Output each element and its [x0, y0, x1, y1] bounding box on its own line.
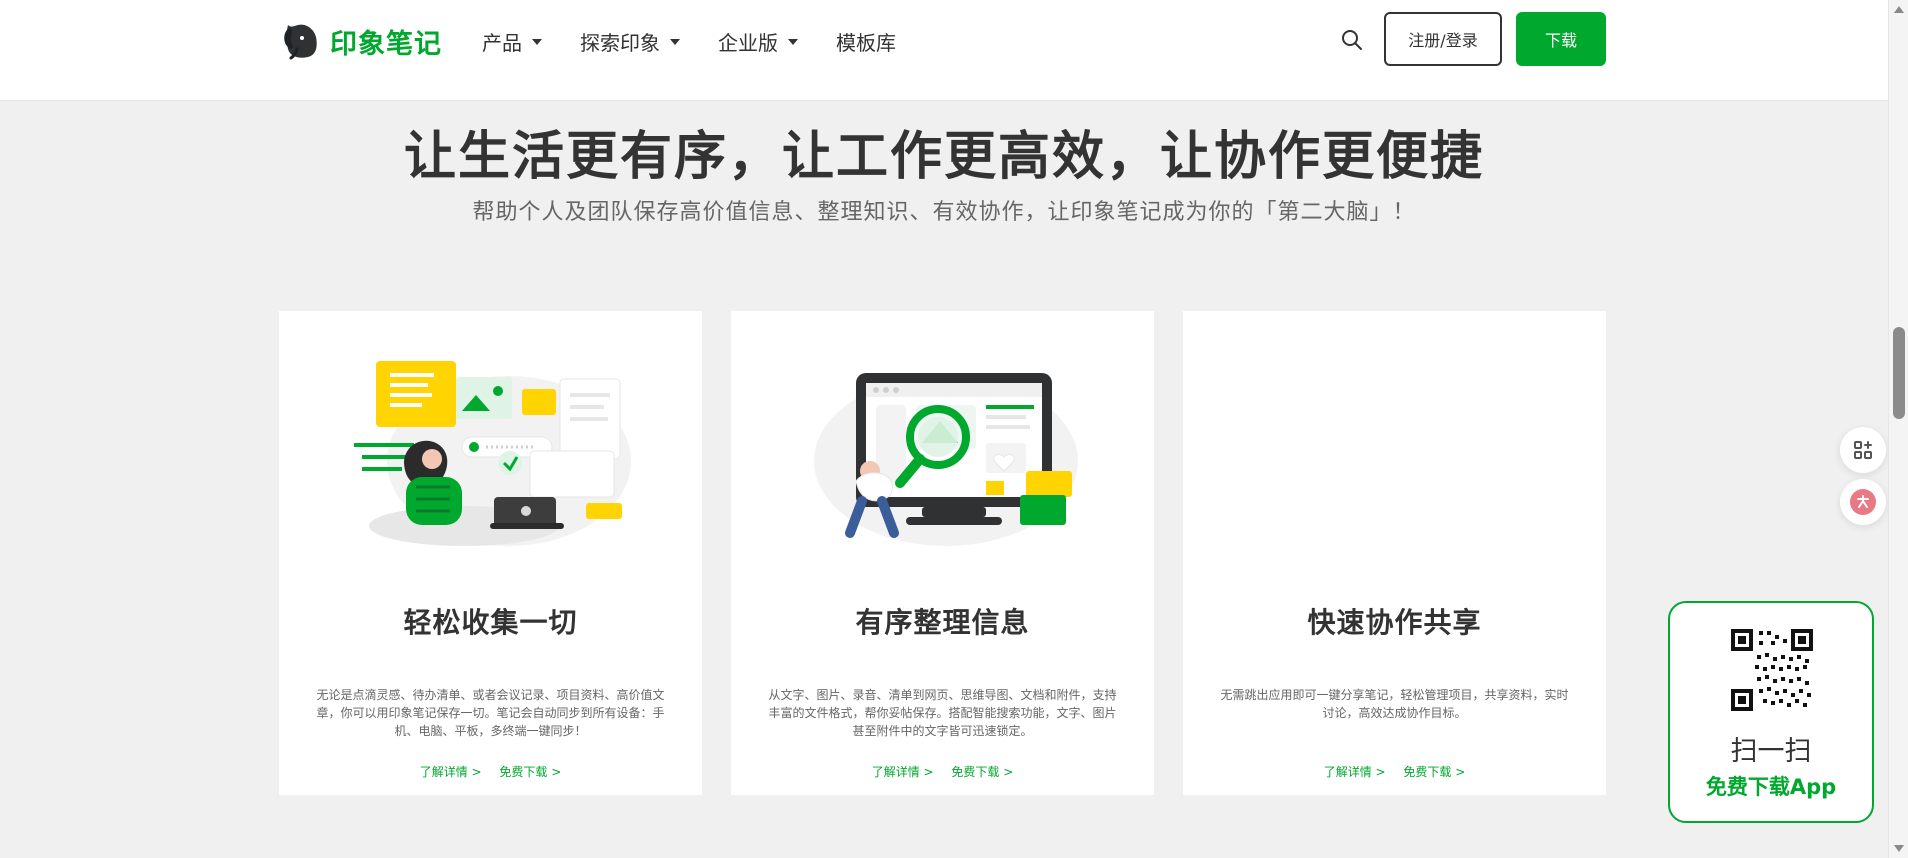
- feature-card-collect: 轻松收集一切 无论是点滴灵感、待办清单、或者会议记录、项目资料、高价值文章，你可…: [279, 311, 702, 795]
- nav-item-label: 企业版: [718, 30, 778, 55]
- learn-more-link[interactable]: 了解详情 >: [420, 765, 482, 779]
- collect-illustration: [354, 361, 631, 546]
- nav-item-label: 探索印象: [580, 30, 660, 55]
- card-description: 无需跳出应用即可一键分享笔记，轻松管理项目，共享资料，实时讨论，高效达成协作目标…: [1220, 688, 1569, 720]
- feature-card-collaborate: 快速协作共享 无需跳出应用即可一键分享笔记，轻松管理项目，共享资料，实时讨论，高…: [1183, 311, 1606, 795]
- caret-down-icon: [532, 39, 542, 45]
- translate-icon[interactable]: [1840, 479, 1886, 525]
- scroll-up-arrow-icon[interactable]: [1894, 6, 1904, 13]
- apps-grid-icon-svg: [1854, 441, 1872, 459]
- free-download-link[interactable]: 免费下载 >: [499, 765, 561, 779]
- download-app-qr-panel[interactable]: 扫一扫 免费下载App: [1668, 601, 1874, 823]
- card-description: 无论是点滴灵感、待办清单、或者会议记录、项目资料、高价值文章，你可以用印象笔记保…: [316, 688, 665, 738]
- card-title: 有序整理信息: [855, 606, 1030, 639]
- qr-download-app-text: 免费下载App: [1705, 775, 1837, 799]
- card-description: 从文字、图片、录音、清单到网页、思维导图、文档和附件，支持丰富的文件格式，帮你妥…: [768, 688, 1117, 738]
- free-download-link[interactable]: 免费下载 >: [951, 765, 1013, 779]
- card-title: 轻松收集一切: [403, 606, 578, 639]
- organize-illustration: [814, 373, 1078, 546]
- nav-item-enterprise[interactable]: 企业版: [718, 27, 798, 56]
- brand-name: 印象笔记: [330, 28, 442, 60]
- hero-title: 让生活更有序，让工作更高效，让协作更便捷: [403, 127, 1484, 187]
- nav-item-explore[interactable]: 探索印象: [580, 27, 680, 56]
- card-links: 了解详情 > 免费下载 >: [731, 763, 1154, 780]
- nav-item-templates[interactable]: 模板库: [836, 27, 896, 56]
- caret-down-icon: [670, 39, 680, 45]
- scroll-down-arrow-icon[interactable]: [1894, 845, 1904, 852]
- search-icon-svg: [1342, 30, 1362, 50]
- apps-grid-icon[interactable]: [1840, 427, 1886, 473]
- qr-scan-text: 扫一扫: [1730, 736, 1812, 767]
- nav-item-products[interactable]: 产品: [482, 27, 542, 56]
- top-nav-header: 印象笔记 产品 探索印象 企业版 模板库 注册/登录 下载: [0, 0, 1888, 100]
- nav-item-label: 产品: [482, 30, 522, 55]
- feature-card-organize: 有序整理信息 从文字、图片、录音、清单到网页、思维导图、文档和附件，支持丰富的文…: [731, 311, 1154, 795]
- caret-down-icon: [788, 39, 798, 45]
- download-button[interactable]: 下载: [1516, 12, 1606, 66]
- translate-icon-svg: [1850, 489, 1876, 515]
- login-register-button[interactable]: 注册/登录: [1384, 12, 1502, 66]
- card-links: 了解详情 > 免费下载 >: [1183, 763, 1606, 780]
- card-title: 快速协作共享: [1307, 606, 1482, 639]
- learn-more-link[interactable]: 了解详情 >: [872, 765, 934, 779]
- free-download-link[interactable]: 免费下载 >: [1403, 765, 1465, 779]
- brand-logo[interactable]: 印象笔记: [278, 18, 442, 64]
- hero-subtitle: 帮助个人及团队保存高价值信息、整理知识、有效协作，让印象笔记成为你的「第二大脑」…: [472, 200, 1416, 225]
- page-scrollbar[interactable]: [1888, 0, 1908, 858]
- primary-nav: 产品 探索印象 企业版 模板库: [482, 26, 896, 56]
- learn-more-link[interactable]: 了解详情 >: [1324, 765, 1386, 779]
- nav-item-label: 模板库: [836, 30, 896, 55]
- card-links: 了解详情 > 免费下载 >: [279, 763, 702, 780]
- feature-cards: 轻松收集一切 无论是点滴灵感、待办清单、或者会议记录、项目资料、高价值文章，你可…: [279, 311, 1607, 795]
- search-icon[interactable]: [1340, 28, 1364, 52]
- scrollbar-thumb[interactable]: [1893, 327, 1905, 419]
- qr-code-icon: [1729, 627, 1815, 713]
- elephant-logo-icon: [284, 24, 317, 60]
